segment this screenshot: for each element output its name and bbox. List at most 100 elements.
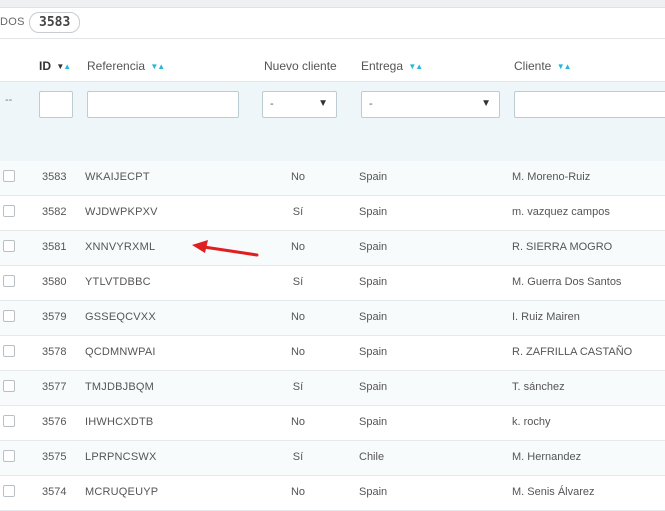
cell-id: 3582 (42, 206, 67, 218)
table-row[interactable]: 3583 WKAIJECPT No Spain M. Moreno-Ruiz (0, 161, 665, 196)
cell-entrega: Chile (359, 451, 385, 463)
table-row[interactable]: 3579 GSSEQCVXX No Spain I. Ruiz Mairen (0, 301, 665, 336)
checkbox-icon[interactable] (3, 345, 15, 357)
select-value: - (369, 98, 373, 110)
table-row[interactable]: 3582 WJDWPKPXV Sí Spain m. vazquez campo… (0, 196, 665, 231)
filter-row: -- - ▼ - ▼ (0, 81, 665, 162)
cell-referencia: XNNVYRXML (85, 241, 156, 253)
cell-cliente: M. Hernandez (512, 451, 582, 463)
column-label-id: ID (39, 59, 51, 73)
cell-nuevo-cliente: Sí (292, 381, 304, 393)
checkbox-icon[interactable] (3, 275, 15, 287)
cell-referencia: WKAIJECPT (85, 171, 150, 183)
column-label-referencia: Referencia (87, 59, 146, 73)
cell-id: 3580 (42, 276, 67, 288)
top-strip (0, 0, 665, 8)
cell-referencia: IHWHCXDTB (85, 416, 154, 428)
cell-id: 3575 (42, 451, 67, 463)
cell-nuevo-cliente: No (290, 311, 306, 323)
cell-referencia: WJDWPKPXV (85, 206, 158, 218)
cell-cliente: T. sánchez (512, 381, 565, 393)
cell-referencia: QCDMNWPAI (85, 346, 156, 358)
cell-entrega: Spain (359, 311, 388, 323)
cell-entrega: Spain (359, 416, 388, 428)
cell-entrega: Spain (359, 381, 388, 393)
sort-arrows-icon[interactable]: ▼▲ (56, 62, 71, 71)
cell-id: 3583 (42, 171, 67, 183)
cell-cliente: m. vazquez campos (512, 206, 610, 218)
cell-cliente: M. Senis Álvarez (512, 486, 595, 498)
sort-arrows-icon[interactable]: ▼▲ (150, 62, 165, 71)
column-header-cliente[interactable]: Cliente ▼▲ (514, 59, 572, 73)
cell-cliente: M. Moreno-Ruiz (512, 171, 591, 183)
cell-cliente: k. rochy (512, 416, 551, 428)
cell-nuevo-cliente: No (290, 241, 306, 253)
column-header-nuevo-cliente: Nuevo cliente (264, 59, 337, 73)
referencia-filter-input[interactable] (87, 91, 239, 118)
table-row[interactable]: 3577 TMJDBJBQM Sí Spain T. sánchez (0, 371, 665, 406)
select-value: - (270, 98, 274, 110)
cell-referencia: YTLVTDBBC (85, 276, 151, 288)
checkbox-icon[interactable] (3, 380, 15, 392)
checkbox-icon[interactable] (3, 240, 15, 252)
sort-arrows-icon[interactable]: ▼▲ (408, 62, 423, 71)
column-label-nuevo-cliente: Nuevo cliente (264, 59, 337, 73)
cliente-filter-input[interactable] (514, 91, 665, 118)
cell-id: 3579 (42, 311, 67, 323)
red-arrow-icon (192, 240, 259, 257)
cell-nuevo-cliente: Sí (292, 451, 304, 463)
column-label-cliente: Cliente (514, 59, 552, 73)
cell-referencia: MCRUQEUYP (85, 486, 159, 498)
orders-count-badge: 3583 (29, 12, 81, 33)
checkbox-icon[interactable] (3, 170, 15, 182)
cell-referencia: GSSEQCVXX (85, 311, 156, 323)
caret-down-icon: ▼ (318, 98, 328, 109)
nuevo-cliente-filter-select[interactable]: - ▼ (262, 91, 337, 118)
checkbox-icon[interactable] (3, 205, 15, 217)
sort-arrows-icon[interactable]: ▼▲ (557, 62, 572, 71)
caret-down-icon: ▼ (481, 98, 491, 109)
cell-nuevo-cliente: No (290, 346, 306, 358)
cell-nuevo-cliente: Sí (292, 206, 304, 218)
orders-table-body: 3583 WKAIJECPT No Spain M. Moreno-Ruiz 3… (0, 161, 665, 511)
cell-cliente: M. Guerra Dos Santos (512, 276, 622, 288)
table-row[interactable]: 3576 IHWHCXDTB No Spain k. rochy (0, 406, 665, 441)
cell-id: 3577 (42, 381, 67, 393)
column-header-entrega[interactable]: Entrega ▼▲ (361, 59, 423, 73)
cell-referencia: LPRPNCSWX (85, 451, 157, 463)
checkbox-icon[interactable] (3, 450, 15, 462)
table-row[interactable]: 3578 QCDMNWPAI No Spain R. ZAFRILLA CAST… (0, 336, 665, 371)
table-row[interactable]: 3580 YTLVTDBBC Sí Spain M. Guerra Dos Sa… (0, 266, 665, 301)
cell-cliente: I. Ruiz Mairen (512, 311, 580, 323)
column-header-referencia[interactable]: Referencia ▼▲ (87, 59, 165, 73)
cell-entrega: Spain (359, 171, 388, 183)
cell-entrega: Spain (359, 276, 388, 288)
checkbox-icon[interactable] (3, 415, 15, 427)
table-row[interactable]: 3581 XNNVYRXML No Spain R. SIERRA MOGRO (0, 231, 665, 266)
column-header-id[interactable]: ID ▼▲ (39, 59, 71, 73)
id-filter-input[interactable] (39, 91, 73, 118)
table-row[interactable]: 3575 LPRPNCSWX Sí Chile M. Hernandez (0, 441, 665, 476)
cell-nuevo-cliente: No (290, 486, 306, 498)
cell-cliente: R. ZAFRILLA CASTAÑO (512, 346, 633, 358)
cell-entrega: Spain (359, 486, 388, 498)
checkbox-icon[interactable] (3, 485, 15, 497)
cell-entrega: Spain (359, 346, 388, 358)
column-label-entrega: Entrega (361, 59, 404, 73)
cell-nuevo-cliente: Sí (292, 276, 304, 288)
cell-id: 3574 (42, 486, 67, 498)
entrega-filter-select[interactable]: - ▼ (361, 91, 500, 118)
checkbox-icon[interactable] (3, 310, 15, 322)
cell-id: 3578 (42, 346, 67, 358)
cell-referencia: TMJDBJBQM (85, 381, 155, 393)
panel-title: DOS (0, 16, 25, 28)
bulk-action-placeholder: -- (5, 94, 13, 106)
cell-cliente: R. SIERRA MOGRO (512, 241, 613, 253)
cell-id: 3581 (42, 241, 67, 253)
cell-nuevo-cliente: No (290, 171, 306, 183)
cell-id: 3576 (42, 416, 67, 428)
panel-heading: DOS 3583 (0, 8, 665, 39)
table-header: ID ▼▲ Referencia ▼▲ Nuevo cliente Entreg… (0, 39, 665, 81)
cell-entrega: Spain (359, 241, 388, 253)
table-row[interactable]: 3574 MCRUQEUYP No Spain M. Senis Álvarez (0, 476, 665, 511)
